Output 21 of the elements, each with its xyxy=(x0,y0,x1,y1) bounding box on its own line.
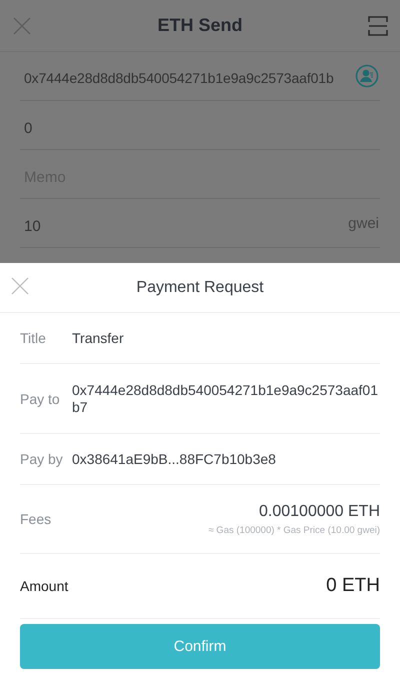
row-value: 0x38641aE9bB...88FC7b10b3e8 xyxy=(72,450,276,468)
close-icon xyxy=(10,276,30,296)
row-label: Pay to xyxy=(20,390,60,406)
close-button[interactable] xyxy=(12,16,32,36)
fee-value: 0.00100000 ETH xyxy=(259,502,380,520)
contact-icon[interactable] xyxy=(355,64,379,88)
confirm-button[interactable]: Confirm xyxy=(20,624,380,669)
row-value: 0x7444e28d8d8db540054271b1e9a9c2573aaf01b7 xyxy=(72,382,379,416)
gas-price-field[interactable]: 10 xyxy=(24,212,344,234)
row-label: Fees xyxy=(20,511,52,527)
row-value: Transfer xyxy=(72,330,124,346)
row-label: Title xyxy=(20,330,47,346)
amount-field[interactable]: 0 xyxy=(24,114,379,136)
sheet-title: Payment Request xyxy=(136,278,264,296)
amount-label: Amount xyxy=(20,578,68,594)
fee-note: ≈ Gas (100000) * Gas Price (10.00 gwei) xyxy=(208,524,380,536)
screen-title: ETH Send xyxy=(157,15,242,36)
scan-icon[interactable] xyxy=(368,16,388,36)
close-icon xyxy=(12,16,32,36)
address-field[interactable]: 0x7444e28d8d8db540054271b1e9a9c2573aaf01b xyxy=(24,66,334,86)
amount-value: 0 ETH xyxy=(326,575,380,597)
